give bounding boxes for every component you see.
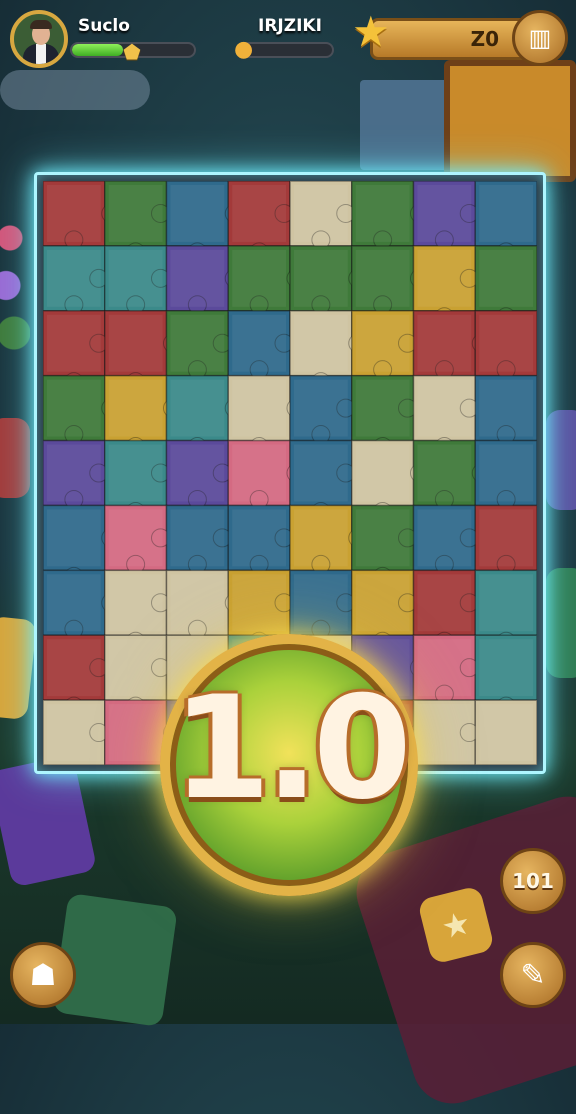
resource-label: IRJZIKI — [258, 16, 322, 36]
player-avatar[interactable] — [10, 10, 68, 68]
puzzle-piece[interactable] — [165, 504, 232, 574]
puzzle-piece[interactable] — [351, 310, 417, 380]
hint-button[interactable]: ☗ — [10, 942, 76, 1008]
level-badge-icon: ⬟ — [123, 40, 141, 64]
puzzle-piece[interactable] — [165, 439, 232, 509]
pencil-button[interactable]: ✎ — [500, 942, 566, 1008]
puzzle-piece[interactable] — [43, 245, 109, 315]
multiplier-coin[interactable]: 1.0 — [160, 634, 418, 896]
puzzle-piece[interactable] — [227, 310, 294, 380]
puzzle-piece[interactable] — [289, 374, 356, 445]
puzzle-piece[interactable] — [412, 634, 479, 704]
player-name: Suclo — [78, 16, 130, 36]
puzzle-piece[interactable] — [474, 699, 537, 765]
cheese-icon: ● — [234, 37, 254, 62]
puzzle-piece[interactable] — [412, 699, 479, 765]
pencil-icon: ✎ — [520, 957, 546, 993]
toy-cube-blue — [546, 410, 576, 510]
star-icon: ★ — [352, 7, 390, 56]
puzzle-piece[interactable] — [104, 504, 170, 574]
puzzle-piece[interactable] — [43, 699, 109, 765]
puzzle-piece[interactable] — [289, 569, 356, 639]
counter-label: 101 — [512, 869, 554, 893]
house-decoration-yellow — [444, 60, 576, 182]
puzzle-piece[interactable] — [474, 374, 537, 445]
cloud-decoration — [0, 70, 150, 110]
puzzle-piece[interactable] — [43, 439, 109, 509]
puzzle-piece[interactable] — [289, 181, 356, 250]
puzzle-piece[interactable] — [165, 310, 232, 380]
counter-button[interactable]: 101 — [500, 848, 566, 914]
score-value: Z0 — [470, 27, 499, 51]
puzzle-piece[interactable] — [412, 181, 479, 250]
multiplier-value: 1.0 — [172, 666, 412, 831]
puzzle-piece[interactable] — [104, 245, 170, 315]
puzzle-piece[interactable] — [474, 504, 537, 574]
xp-progress-fill — [72, 44, 124, 56]
menu-icon: ▥ — [528, 24, 552, 52]
puzzle-piece[interactable] — [474, 439, 537, 509]
flowers-decoration — [0, 200, 30, 390]
puzzle-piece[interactable] — [412, 504, 479, 574]
puzzle-piece[interactable] — [474, 310, 537, 380]
ribbon-icon: ☗ — [29, 957, 57, 993]
toy-cube-red — [0, 418, 30, 498]
menu-button[interactable]: ▥ — [512, 10, 568, 66]
toy-cube-green-right — [546, 568, 576, 678]
puzzle-piece[interactable] — [227, 504, 294, 574]
star-icon: ★ — [437, 903, 475, 947]
